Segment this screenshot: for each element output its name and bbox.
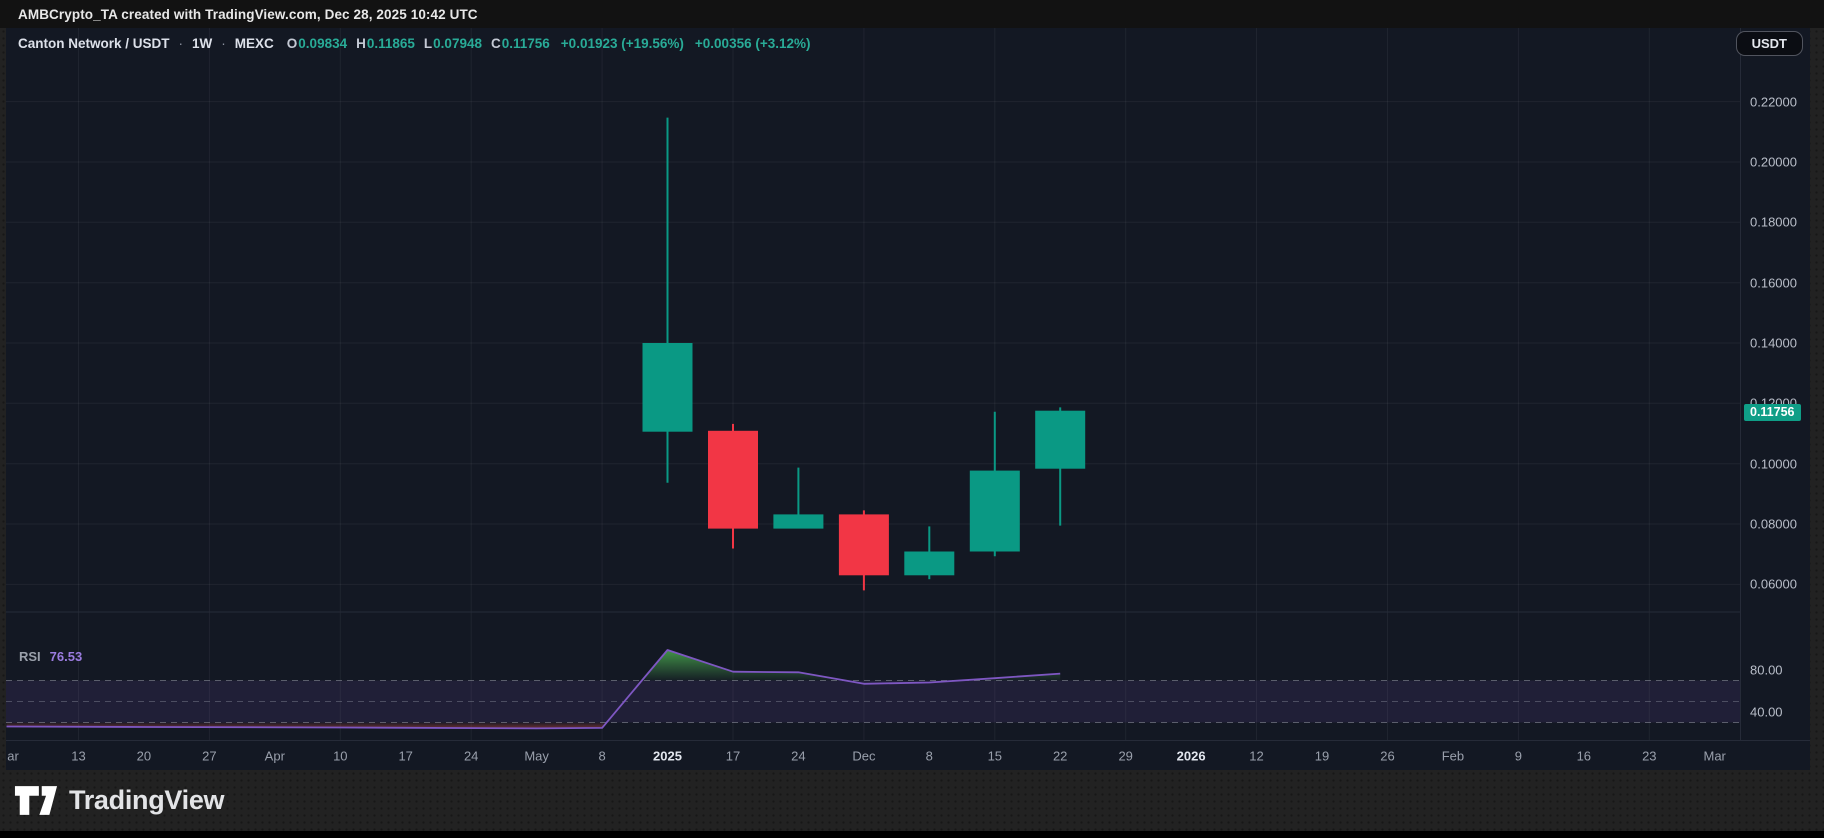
separator-dot: · — [179, 36, 184, 51]
time-axis-label: ar — [7, 748, 19, 763]
time-axis-label: 2026 — [1177, 748, 1206, 763]
symbol-title[interactable]: Canton Network / USDT — [18, 36, 170, 51]
candle — [904, 526, 954, 579]
candle — [970, 412, 1020, 557]
price-axis-label: 0.20000 — [1750, 155, 1797, 170]
close-value: 0.11756 — [502, 36, 550, 51]
open-letter: O — [287, 36, 298, 51]
attribution-bar: AMBCrypto_TA created with TradingView.co… — [0, 0, 1824, 28]
price-axis-label: 0.14000 — [1750, 336, 1797, 351]
rsi-band — [6, 681, 1740, 723]
time-axis-label: 9 — [1515, 748, 1522, 763]
time-axis-label: 20 — [137, 748, 151, 763]
time-axis-label: 26 — [1380, 748, 1394, 763]
time-axis-label: 24 — [464, 748, 478, 763]
time-axis-label: 15 — [988, 748, 1002, 763]
vertical-gridlines — [79, 28, 1650, 740]
time-axis-label: 17 — [726, 748, 740, 763]
time-axis-label: 8 — [598, 748, 605, 763]
rsi-axis-label: 40.00 — [1750, 705, 1783, 720]
candle — [773, 468, 823, 529]
tradingview-logo-icon — [14, 785, 58, 816]
change-value: +0.01923 (+19.56%) — [561, 36, 684, 51]
candle — [1035, 407, 1085, 525]
price-axis-label: 0.10000 — [1750, 456, 1797, 471]
ohlc-close: C 0.11756 — [491, 36, 550, 51]
time-axis-label: 17 — [398, 748, 412, 763]
time-axis-label: Mar — [1703, 748, 1725, 763]
bottom-strip — [0, 831, 1824, 838]
time-axis-label: Feb — [1442, 748, 1464, 763]
tradingview-screenshot: AMBCrypto_TA created with TradingView.co… — [0, 0, 1824, 838]
time-axis-label: 13 — [71, 748, 85, 763]
time-axis-label: 8 — [926, 748, 933, 763]
time-axis-label: May — [524, 748, 549, 763]
time-axis-label: 29 — [1118, 748, 1132, 763]
footer: TradingView — [0, 770, 1824, 838]
high-letter: H — [356, 36, 366, 51]
rsi-axis-label: 80.00 — [1750, 663, 1783, 678]
time-axis-label: 23 — [1642, 748, 1656, 763]
time-axis-label: 27 — [202, 748, 216, 763]
price-axis-label: 0.08000 — [1750, 517, 1797, 532]
exchange-label: MEXC — [235, 36, 274, 51]
time-axis-label: 19 — [1315, 748, 1329, 763]
symbol-info-row: Canton Network / USDT · 1W · MEXC O 0.09… — [18, 36, 811, 51]
low-letter: L — [424, 36, 432, 51]
rsi-value: 76.53 — [50, 649, 83, 664]
time-axis-label: 12 — [1249, 748, 1263, 763]
change-from-open-value: +0.00356 (+3.12%) — [695, 36, 811, 51]
price-axis[interactable]: 0.220000.200000.180000.160000.140000.120… — [1740, 28, 1810, 740]
price-axis-label: 0.16000 — [1750, 275, 1797, 290]
time-axis-label: 22 — [1053, 748, 1067, 763]
horizontal-gridlines — [6, 102, 1740, 585]
price-axis-label: 0.18000 — [1750, 215, 1797, 230]
rsi-overbought-fill — [642, 650, 1060, 681]
time-axis-label: 2025 — [653, 748, 682, 763]
candle — [643, 118, 693, 483]
ohlc-low: L 0.07948 — [424, 36, 482, 51]
time-axis-label: 10 — [333, 748, 347, 763]
rsi-label: RSI — [19, 649, 41, 664]
chart-panel[interactable]: Canton Network / USDT · 1W · MEXC O 0.09… — [6, 28, 1810, 770]
time-axis-label: Apr — [265, 748, 285, 763]
open-value: 0.09834 — [298, 36, 347, 51]
tradingview-brand-text: TradingView — [69, 785, 224, 816]
chart-canvas[interactable] — [6, 28, 1740, 740]
time-axis[interactable]: ar 13 20 27 Apr 10 17 24 May 8 2025 17 24 Dec 8 15 22 29 2… — [6, 740, 1810, 770]
high-value: 0.11865 — [367, 36, 415, 51]
attribution-text: AMBCrypto_TA created with TradingView.co… — [18, 7, 478, 22]
candle — [839, 510, 889, 590]
time-axis-label: 24 — [791, 748, 805, 763]
candle — [708, 424, 758, 549]
price-axis-label: 0.22000 — [1750, 94, 1797, 109]
current-price-tag: 0.11756 — [1744, 404, 1801, 421]
ohlc-open: O 0.09834 — [287, 36, 347, 51]
interval-label[interactable]: 1W — [192, 36, 212, 51]
close-letter: C — [491, 36, 501, 51]
time-axis-label: 16 — [1577, 748, 1591, 763]
rsi-legend[interactable]: RSI 76.53 — [19, 649, 82, 664]
tradingview-brand[interactable]: TradingView — [14, 785, 224, 816]
price-axis-label: 0.06000 — [1750, 577, 1797, 592]
currency-toggle-button[interactable]: USDT — [1736, 31, 1803, 56]
separator-dot: · — [221, 36, 226, 51]
time-axis-label: Dec — [852, 748, 875, 763]
low-value: 0.07948 — [433, 36, 482, 51]
ohlc-high: H 0.11865 — [356, 36, 415, 51]
